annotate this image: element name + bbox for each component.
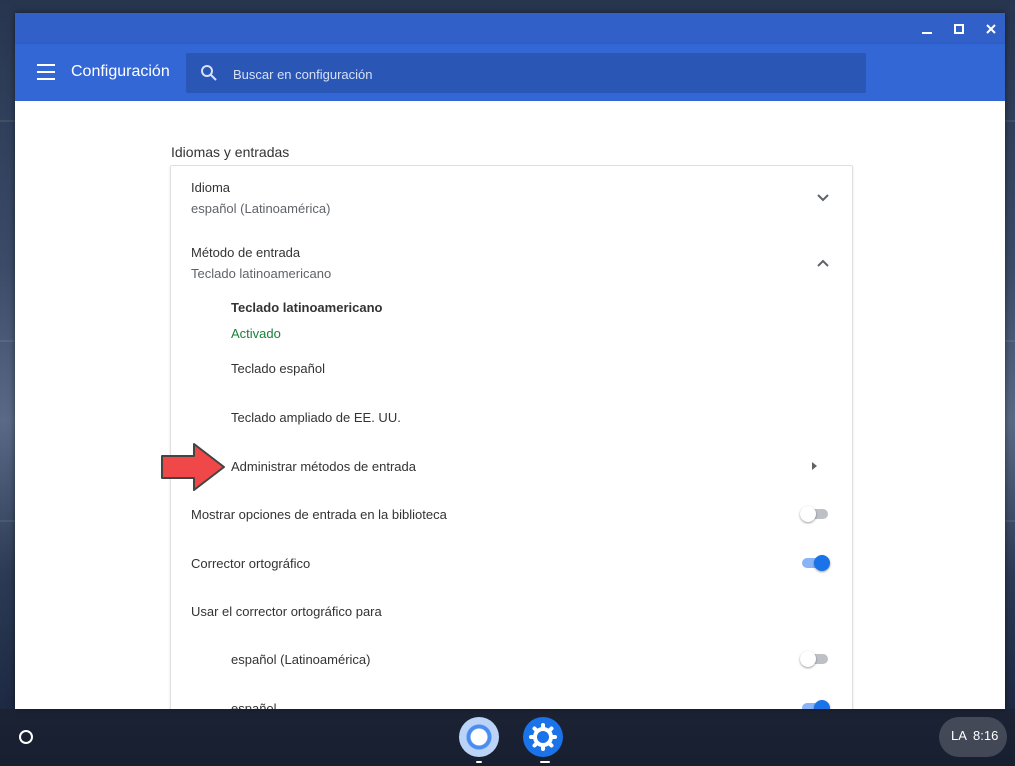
language-value: español (Latinoamérica) [191, 201, 331, 216]
maximize-button[interactable] [948, 18, 970, 40]
annotation-arrow-icon [161, 443, 225, 491]
input-method-item-label: Teclado latinoamericano [231, 300, 383, 315]
input-method-row[interactable]: Método de entrada Teclado latinoamerican… [171, 230, 852, 294]
manage-input-methods-row[interactable]: Administrar métodos de entrada [171, 454, 852, 478]
manage-input-methods-label: Administrar métodos de entrada [231, 459, 416, 474]
spell-language-label: español [231, 701, 277, 709]
clock: 8:16 [973, 728, 999, 743]
settings-window: Configuración Idiomas y entradas Idioma … [15, 13, 1005, 709]
input-method-item[interactable]: Teclado español [171, 356, 852, 380]
input-method-item-label: Teclado ampliado de EE. UU. [231, 410, 401, 425]
launcher-icon[interactable] [19, 730, 33, 744]
input-method-item[interactable]: Teclado ampliado de EE. UU. [171, 405, 852, 429]
section-title: Idiomas y entradas [171, 144, 290, 160]
ime-indicator: LA [951, 728, 967, 743]
maximize-icon [954, 24, 964, 34]
input-method-status: Activado [231, 326, 281, 341]
running-indicator [540, 761, 550, 763]
minimize-icon [922, 32, 932, 34]
shelf: LA 8:16 [0, 709, 1015, 766]
search-input[interactable] [231, 53, 835, 95]
settings-app-icon[interactable] [523, 717, 563, 757]
input-method-label: Método de entrada [191, 245, 301, 260]
chrome-icon[interactable] [459, 717, 499, 757]
chevron-up-icon[interactable] [816, 256, 830, 270]
hamburger-menu-icon[interactable] [37, 61, 59, 83]
settings-content: Idiomas y entradas Idioma español (Latin… [15, 101, 1005, 709]
close-button[interactable] [980, 18, 1002, 40]
spell-check-label: Corrector ortográfico [191, 556, 311, 571]
input-method-value: Teclado latinoamericano [191, 266, 332, 281]
spell-check-for-row: Usar el corrector ortográfico para [171, 599, 852, 623]
show-input-options-row[interactable]: Mostrar opciones de entrada en la biblio… [171, 502, 852, 526]
spell-check-toggle[interactable] [800, 555, 830, 571]
arrow-right-icon [812, 462, 817, 470]
search-box[interactable] [186, 53, 866, 95]
spell-language-row[interactable]: español [171, 696, 852, 709]
minimize-button[interactable] [916, 18, 938, 40]
spell-language-toggle[interactable] [800, 700, 830, 709]
spell-check-row[interactable]: Corrector ortográfico [171, 551, 852, 575]
show-input-options-label: Mostrar opciones de entrada en la biblio… [191, 507, 447, 522]
status-tray[interactable]: LA 8:16 [939, 717, 1007, 757]
search-icon [201, 65, 217, 81]
spell-language-label: español (Latinoamérica) [231, 652, 371, 667]
spell-check-for-label: Usar el corrector ortográfico para [191, 604, 382, 619]
language-label: Idioma [191, 180, 231, 195]
gear-icon [529, 723, 557, 751]
languages-card: Idioma español (Latinoamérica) Método de… [170, 165, 853, 709]
close-icon [986, 24, 996, 34]
input-method-item-label: Teclado español [231, 361, 325, 376]
show-input-options-toggle[interactable] [800, 506, 830, 522]
settings-header: Configuración [15, 44, 1005, 101]
language-row[interactable]: Idioma español (Latinoamérica) [171, 166, 852, 230]
spell-language-toggle[interactable] [800, 651, 830, 667]
title-bar[interactable] [15, 13, 1005, 44]
page-title: Configuración [71, 63, 170, 80]
running-indicator [476, 761, 482, 763]
spell-language-row[interactable]: español (Latinoamérica) [171, 647, 852, 671]
chevron-down-icon[interactable] [816, 191, 830, 205]
input-method-item[interactable]: Teclado latinoamericano Activado [171, 294, 852, 346]
